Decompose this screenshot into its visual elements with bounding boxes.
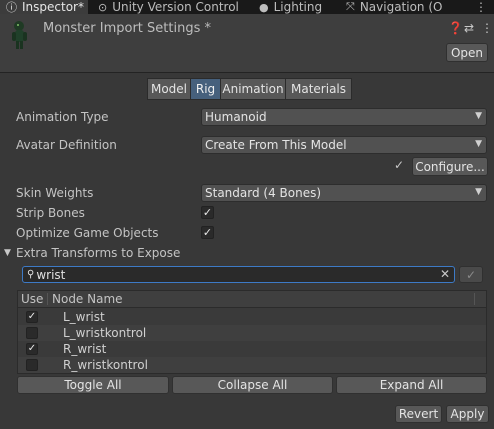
expand-all-button[interactable]: Expand All [336, 376, 487, 394]
apply-button[interactable]: Apply [446, 405, 489, 423]
info-icon: ⓘ [6, 1, 17, 14]
import-tabs: Model Rig Animation Materials [147, 78, 352, 100]
tab-rig[interactable]: Rig [190, 78, 221, 100]
column-use: Use [21, 292, 44, 306]
table-row[interactable]: L_wristkontrol [18, 325, 486, 341]
navigation-icon: ⤧ [346, 0, 355, 13]
tab-materials[interactable]: Materials [285, 78, 352, 100]
avatar-definition-value: Create From This Model [205, 138, 347, 152]
transforms-table: Use Node Name ✓ L_wrist L_wristkontrol ✓… [17, 290, 487, 374]
column-divider [47, 293, 48, 305]
table-row[interactable]: ✓ L_wrist [18, 309, 486, 325]
animation-type-label: Animation Type [16, 110, 109, 124]
header-divider [0, 72, 494, 73]
node-name: R_wristkontrol [63, 358, 148, 372]
vcs-icon: ⊙ [98, 0, 108, 14]
column-divider [474, 293, 475, 305]
collapse-all-button[interactable]: Collapse All [172, 376, 333, 394]
model-thumbnail-icon [6, 18, 32, 50]
tab-navigation-label: Navigation (O [359, 0, 443, 14]
foldout-arrow-icon[interactable]: ▼ [4, 248, 11, 258]
search-input[interactable]: ⚲ wrist ✕ [22, 266, 455, 283]
lightbulb-icon: ● [259, 0, 269, 14]
presets-icon[interactable]: ⇄ [464, 21, 474, 35]
configure-button[interactable]: Configure... [412, 157, 488, 176]
avatar-valid-check-icon: ✓ [394, 158, 405, 172]
animation-type-dropdown[interactable]: Humanoid ▼ [201, 108, 487, 126]
node-name: L_wrist [63, 310, 105, 324]
chevron-down-icon: ▼ [475, 187, 482, 197]
more-options-icon[interactable]: ⋮ [475, 0, 488, 14]
skin-weights-value: Standard (4 Bones) [205, 186, 322, 200]
tab-unity-version-control[interactable]: ⊙ Unity Version Control [98, 0, 239, 14]
extra-transforms-label[interactable]: Extra Transforms to Expose [16, 246, 180, 260]
use-checkbox[interactable]: ✓ [26, 343, 38, 355]
tab-lighting[interactable]: ● Lighting [259, 0, 322, 14]
open-button[interactable]: Open [446, 43, 488, 62]
column-node-name: Node Name [52, 292, 123, 306]
clear-icon[interactable]: ✕ [440, 267, 450, 281]
use-checkbox[interactable] [26, 327, 38, 339]
optimize-game-objects-checkbox[interactable]: ✓ [201, 226, 214, 239]
search-confirm-button[interactable]: ✓ [459, 266, 483, 283]
tab-inspector[interactable]: ⓘ Inspector* [0, 0, 88, 14]
search-icon: ⚲ [27, 269, 35, 280]
node-name: L_wristkontrol [63, 326, 147, 340]
node-name: R_wrist [63, 342, 107, 356]
avatar-definition-dropdown[interactable]: Create From This Model ▼ [201, 136, 487, 154]
tab-navigation[interactable]: ⤧ Navigation (O [346, 0, 442, 14]
avatar-definition-label: Avatar Definition [16, 138, 117, 152]
use-checkbox[interactable] [26, 359, 38, 371]
strip-bones-label: Strip Bones [16, 206, 85, 220]
help-icon[interactable]: ❓ [448, 21, 463, 35]
tab-unity-version-control-label: Unity Version Control [112, 0, 239, 14]
toggle-all-button[interactable]: Toggle All [17, 376, 169, 394]
asset-header: Monster Import Settings * ❓ ⇄ ⋮ Open [0, 14, 494, 72]
tab-inspector-label: Inspector* [22, 0, 84, 14]
skin-weights-dropdown[interactable]: Standard (4 Bones) ▼ [201, 184, 487, 202]
tab-lighting-label: Lighting [273, 0, 323, 14]
animation-type-value: Humanoid [205, 110, 267, 124]
table-header: Use Node Name [18, 291, 486, 308]
use-checkbox[interactable]: ✓ [26, 311, 38, 323]
chevron-down-icon: ▼ [475, 139, 482, 149]
optimize-game-objects-label: Optimize Game Objects [16, 226, 159, 240]
asset-title: Monster Import Settings * [43, 21, 211, 36]
table-row[interactable]: ✓ R_wrist [18, 341, 486, 357]
tab-model[interactable]: Model [147, 78, 191, 100]
editor-tab-bar: ⓘ Inspector* ⊙ Unity Version Control ● L… [0, 0, 494, 14]
table-row[interactable]: R_wristkontrol [18, 357, 486, 373]
skin-weights-label: Skin Weights [16, 186, 94, 200]
chevron-down-icon: ▼ [475, 111, 482, 121]
more-icon[interactable]: ⋮ [481, 21, 493, 35]
tab-animation[interactable]: Animation [220, 78, 286, 100]
search-value: wrist [36, 267, 66, 282]
strip-bones-checkbox[interactable]: ✓ [201, 206, 214, 219]
revert-button[interactable]: Revert [395, 405, 442, 423]
